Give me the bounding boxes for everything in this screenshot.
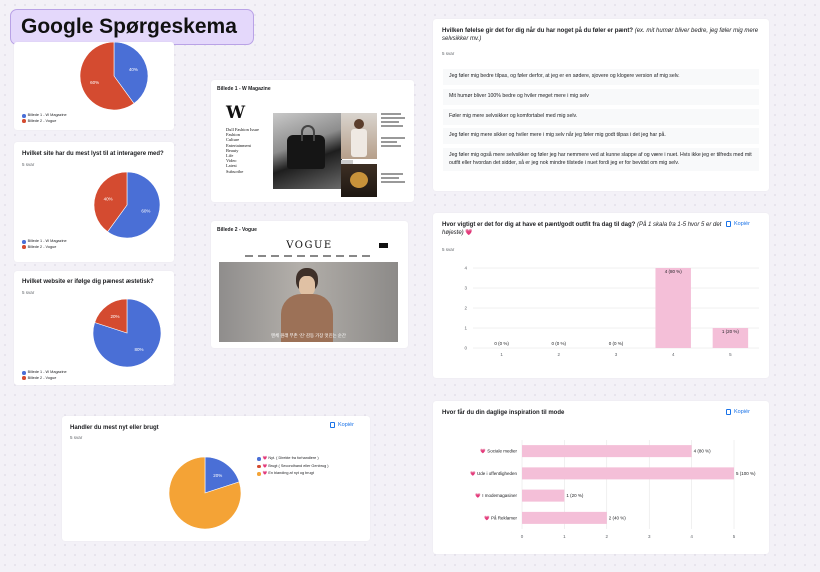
- x-tick-label: 1: [500, 352, 503, 357]
- bar-data-label: 0 (0 %): [609, 341, 624, 346]
- bar: [655, 268, 691, 348]
- bar-data-label: 4 (80 %): [665, 269, 683, 274]
- pie-slice-label: 40%: [129, 67, 138, 72]
- bar-data-label: 0 (0 %): [494, 341, 509, 346]
- pie-card-3: Hvilket website er ifølge dig pænest æst…: [14, 271, 174, 385]
- photo-handbag: [273, 113, 342, 189]
- x-tick-label: 1: [563, 534, 566, 539]
- bar-data-label: 2 (40 %): [609, 515, 627, 520]
- importance-bar-chart: 0 1 2 3 4 0 (0 %) 1 0 (0 %) 2 0 (0 %) 3 4 (80 %) 4 1 …: [464, 266, 759, 357]
- legend-label: 💗 En blanding af nyt og brugt: [262, 471, 314, 476]
- pie-slice-label: 60%: [90, 80, 99, 85]
- legend-label: Billede 2 - Vogue: [27, 118, 57, 123]
- vogue-nav-bar: [245, 255, 375, 257]
- y-category-label: 💗 I modemagasiner: [475, 493, 517, 498]
- x-tick-label: 0: [521, 534, 524, 539]
- legend-dot: [22, 113, 26, 118]
- image-card-vogue: Billede 2 - Vogue VOGUE 맨체 원래 부촌 ‘진’ 감동 …: [211, 221, 408, 348]
- response-item: Mit humør bliver 100% bedre og hviler me…: [443, 89, 759, 105]
- x-tick-label: 3: [648, 534, 651, 539]
- response-item: Jeg føler mig bedre tilpas, og føler der…: [443, 69, 759, 85]
- pie-slice-label: 80%: [134, 347, 143, 352]
- pie-4-legend: 💗 Nyt. ( Direkte fra forhandlere ) 💗 Bru…: [257, 455, 329, 478]
- x-tick-label: 3: [615, 352, 618, 357]
- legend-label: Billede 2 - Vogue: [27, 375, 57, 380]
- w-magazine-logo: W: [226, 103, 246, 123]
- pie-slice-label: 40%: [104, 196, 113, 201]
- response-item: Føler mig mere selvsikker og komfortabel…: [443, 109, 759, 125]
- x-tick-label: 4: [690, 534, 693, 539]
- x-tick-label: 5: [729, 352, 732, 357]
- bar: [522, 511, 607, 524]
- bar-data-label: 1 (20 %): [566, 493, 584, 498]
- legend-dot: [257, 464, 261, 469]
- x-tick-label: 4: [672, 352, 675, 357]
- legend-dot: [22, 376, 26, 381]
- legend-dot: [22, 245, 26, 250]
- pie-slice-label: 20%: [111, 314, 120, 319]
- pie-2-legend: Billede 1 - W Magazine Billede 2 - Vogue: [22, 239, 67, 250]
- legend-label: 💗 Nyt. ( Direkte fra forhandlere ): [262, 456, 319, 460]
- y-tick-label: 2: [464, 306, 467, 311]
- pie-chart-4: 20%: [168, 456, 242, 530]
- bar: [522, 445, 692, 458]
- response-item: Jeg føler mig mere sikker og hviler mere…: [443, 128, 759, 144]
- bar: [522, 467, 734, 480]
- bar-data-label: 1 (20 %): [722, 329, 740, 334]
- response-item: Jeg føler mig også mere selvsikker og fø…: [443, 148, 759, 172]
- x-tick-label: 2: [558, 352, 561, 357]
- image-card-w-magazine: Billede 1 - W Magazine W Dull Fashion Is…: [211, 80, 414, 202]
- w-magazine-menu: Dull Fashion Issue Fashion Culture Enter…: [226, 127, 259, 174]
- hero-caption: 맨체 원래 부촌 ‘진’ 감동 가장 멋진는 순간: [271, 333, 346, 338]
- importance-chart-card: Hvor vigtigt er det for dig at have et p…: [433, 213, 769, 378]
- legend-dot: [22, 370, 26, 375]
- legend-dot: [22, 119, 26, 124]
- y-category-label: 💗 Pǻ Reklamer: [484, 514, 517, 520]
- menu-item: Subscribe: [226, 168, 244, 174]
- y-tick-label: 4: [464, 266, 467, 271]
- vogue-hero-photo: 맨체 원래 부촌 ‘진’ 감동 가장 멋진는 순간: [219, 262, 398, 342]
- question-text: Hvilken følelse gir det for dig når du h…: [442, 28, 634, 34]
- pie-slice-label: 20%: [213, 473, 222, 478]
- y-category-label: 💗 Sociale medier: [480, 449, 517, 454]
- image-card-header: Billede 1 - W Magazine: [217, 86, 271, 92]
- legend-dot: [257, 472, 261, 476]
- y-category-label: 💗 Ude i offentligheden: [470, 471, 517, 476]
- pie-3-legend: Billede 1 - W Magazine Billede 2 - Vogue: [22, 370, 67, 381]
- pie-card-1: 40% 60% Billede 1 - W Magazine Billede 2 …: [14, 42, 174, 130]
- inspiration-chart-card: Hvor får du din daglige inspiration til …: [433, 401, 769, 554]
- pie-1-legend: Billede 1 - W Magazine Billede 2 - Vogue: [22, 113, 67, 124]
- vogue-subscribe-button[interactable]: [379, 243, 388, 248]
- response-count: 5 svar: [442, 51, 455, 56]
- y-tick-label: 3: [464, 286, 467, 291]
- image-card-header: Billede 2 - Vogue: [217, 227, 257, 233]
- legend-dot: [257, 457, 261, 461]
- inspiration-bar-chart: 0 1 2 3 4 5 💗 Sociale medier 4 (80 %) 💗 Ude i of…: [470, 440, 756, 539]
- pie-chart-3: 80% 20%: [92, 298, 162, 368]
- bar-data-label: 0 (0 %): [552, 341, 567, 346]
- pie-slice-label: 60%: [141, 209, 150, 214]
- y-tick-label: 0: [464, 346, 467, 351]
- article-snippets: [381, 113, 409, 183]
- text-responses-card: Hvilken følelse gir det for dig når du h…: [433, 19, 769, 191]
- photo-thumb: [341, 160, 353, 164]
- photo-model: [341, 113, 377, 159]
- y-tick-label: 1: [464, 326, 467, 331]
- photo-dog: [341, 164, 377, 197]
- question-title: Hvilken følelse gir det for dig når du h…: [442, 27, 762, 43]
- legend-label: 💗 Brugt ( Secondhand eller Genbrug ): [262, 463, 329, 468]
- bar-data-label: 5 (100 %): [736, 471, 756, 476]
- bar: [522, 489, 565, 502]
- x-tick-label: 2: [606, 534, 609, 539]
- pie-card-4: Handler du mest nyt eller brugt 5 svar K…: [62, 416, 370, 541]
- pie-card-2: Hvilket site har du mest lyst til at int…: [14, 142, 174, 262]
- legend-label: Billede 2 - Vogue: [27, 244, 57, 249]
- legend-dot: [22, 239, 26, 244]
- bar-data-label: 4 (80 %): [694, 449, 712, 454]
- page-title: Google Spørgeskema: [10, 9, 254, 45]
- x-tick-label: 5: [733, 534, 736, 539]
